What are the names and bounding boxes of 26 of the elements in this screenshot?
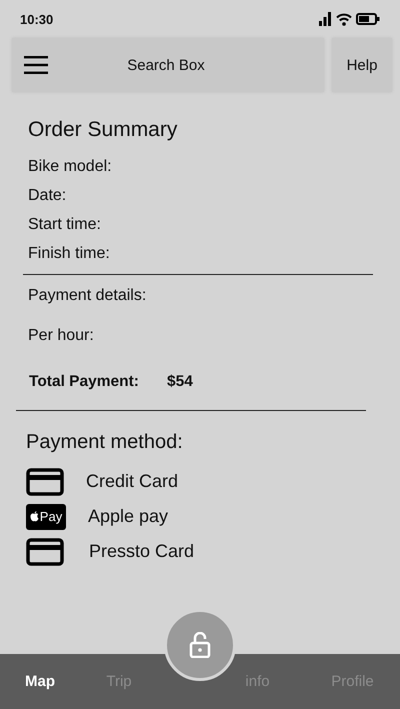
- apple-pay-badge: Pay: [26, 504, 66, 530]
- field-label: Bike model:: [28, 158, 112, 176]
- search-bar[interactable]: Search Box: [12, 38, 324, 92]
- total-label: Total Payment:: [29, 373, 139, 391]
- field-label: Payment details:: [28, 287, 146, 305]
- section-title: Order Summary: [28, 118, 178, 142]
- field-label: Per hour:: [28, 327, 94, 345]
- nav-tab[interactable]: Map: [25, 669, 55, 694]
- field-label: Start time:: [28, 216, 101, 234]
- wifi-icon: [336, 12, 352, 26]
- payment-option[interactable]: Pressto Card: [89, 541, 194, 562]
- section-title: Payment method:: [26, 431, 184, 454]
- battery-icon: [356, 13, 380, 25]
- clock-time: 10:30: [20, 12, 54, 26]
- payment-option[interactable]: Apple pay: [88, 506, 168, 527]
- search-field[interactable]: Search Box: [48, 56, 284, 74]
- signal-icon: [318, 12, 332, 26]
- total-amount: $54: [166, 373, 193, 391]
- field-label: Date:: [28, 187, 66, 205]
- padlock-icon: [189, 632, 211, 658]
- credit-card-icon: [26, 468, 64, 496]
- menu-icon[interactable]: [24, 56, 48, 74]
- credit-card-icon: [26, 538, 64, 566]
- help-button[interactable]: Help: [332, 38, 392, 92]
- payment-option[interactable]: Credit Card: [86, 471, 178, 492]
- field-label: Finish time:: [28, 245, 110, 263]
